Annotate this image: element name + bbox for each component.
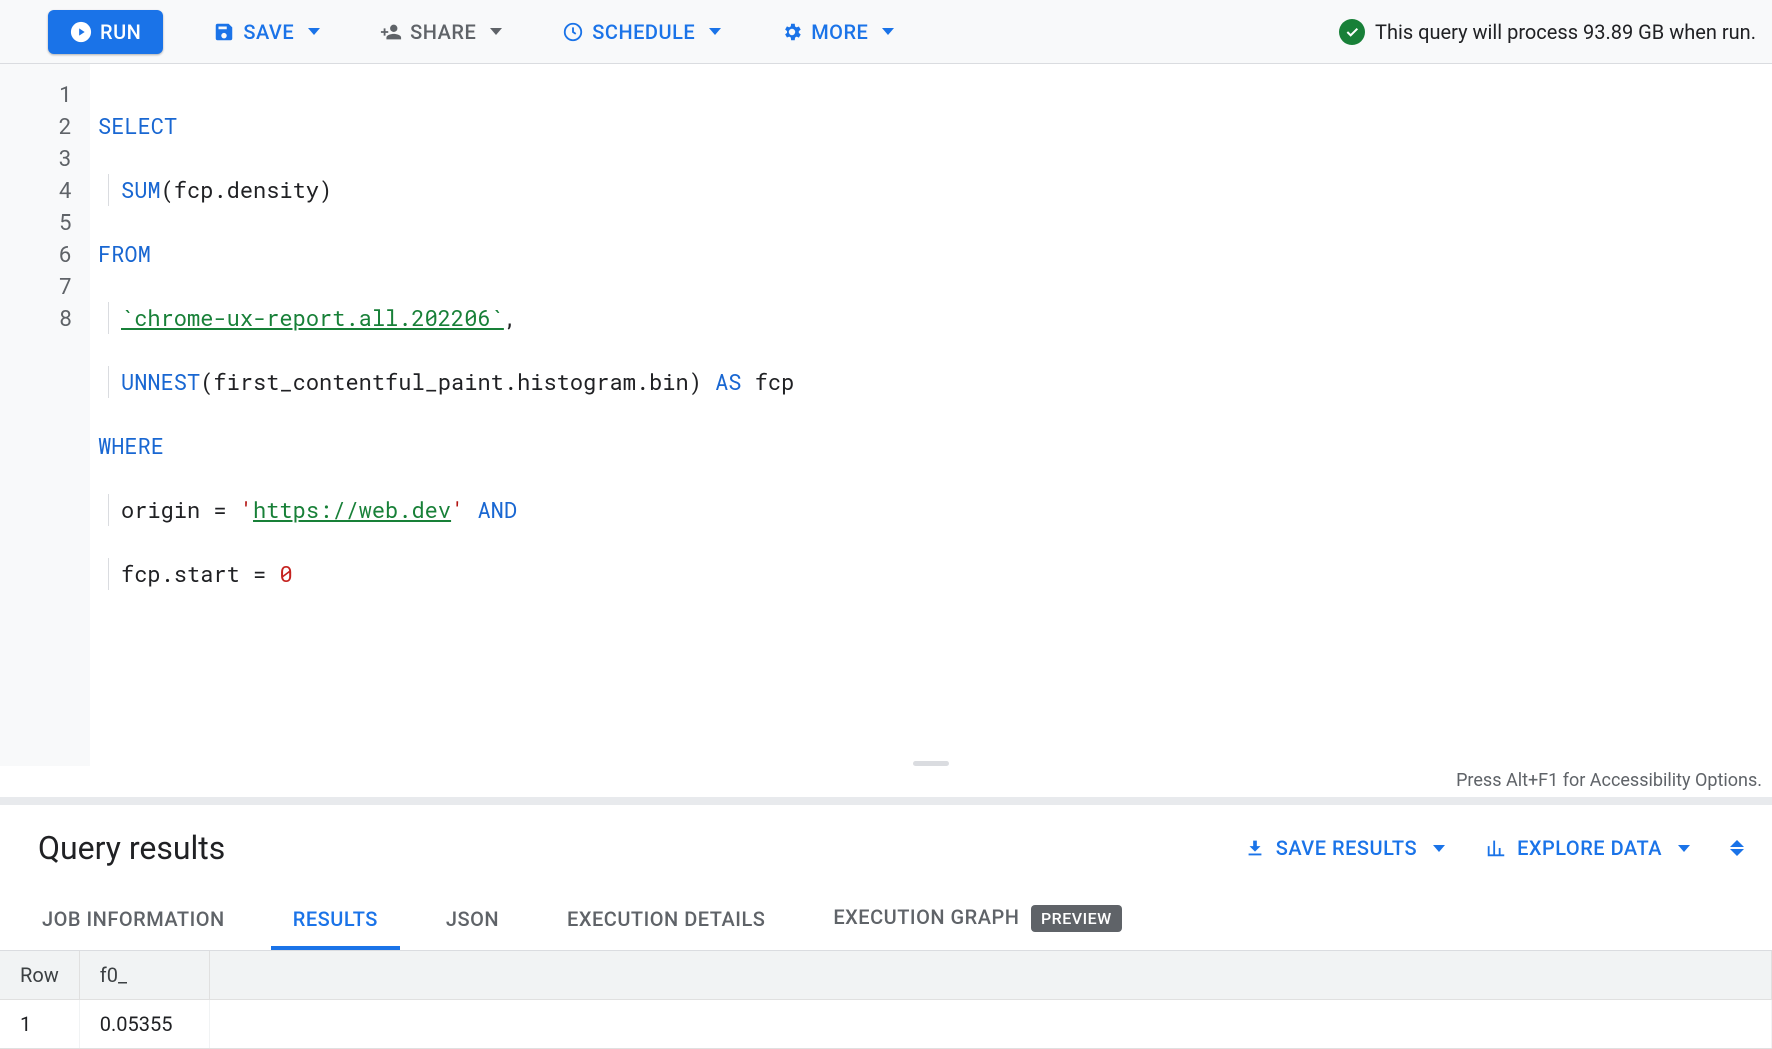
more-label: MORE xyxy=(811,20,868,44)
person-add-icon xyxy=(380,21,402,43)
more-button[interactable]: MORE xyxy=(771,14,904,50)
col-row: Row xyxy=(0,951,79,1000)
run-label: RUN xyxy=(100,20,141,44)
panel-divider[interactable] xyxy=(0,797,1772,805)
line-number: 3 xyxy=(0,142,72,174)
save-icon xyxy=(213,21,235,43)
results-tabs: JOB INFORMATION RESULTS JSON EXECUTION D… xyxy=(0,887,1772,951)
resize-handle[interactable] xyxy=(913,761,949,766)
preview-badge: PREVIEW xyxy=(1031,905,1122,932)
chevron-down-icon xyxy=(1730,849,1744,856)
results-header: Query results SAVE RESULTS EXPLORE DATA xyxy=(0,805,1772,887)
explore-data-label: EXPLORE DATA xyxy=(1517,836,1662,860)
cell-value: 0.05355 xyxy=(79,1000,209,1049)
chevron-down-icon xyxy=(490,28,502,35)
tab-execution-graph-label: EXECUTION GRAPH xyxy=(833,905,1019,929)
chevron-up-icon xyxy=(1730,840,1744,847)
save-results-label: SAVE RESULTS xyxy=(1276,836,1417,860)
run-button[interactable]: RUN xyxy=(48,10,163,54)
chevron-down-icon xyxy=(1433,845,1445,852)
code-area[interactable]: SELECT SUM(fcp.density) FROM `chrome-ux-… xyxy=(90,64,1772,766)
schedule-label: SCHEDULE xyxy=(592,20,695,44)
cell-empty xyxy=(209,1000,1771,1049)
save-button[interactable]: SAVE xyxy=(203,14,330,50)
line-gutter: 1 2 3 4 5 6 7 8 xyxy=(0,64,90,766)
chevron-down-icon xyxy=(709,28,721,35)
line-number: 5 xyxy=(0,206,72,238)
download-icon xyxy=(1244,837,1266,859)
table-row[interactable]: 1 0.05355 xyxy=(0,1000,1772,1049)
chevron-down-icon xyxy=(308,28,320,35)
expand-collapse-button[interactable] xyxy=(1730,840,1744,856)
status-text: This query will process 93.89 GB when ru… xyxy=(1375,20,1756,44)
share-button[interactable]: SHARE xyxy=(370,14,512,50)
share-label: SHARE xyxy=(410,20,476,44)
explore-data-button[interactable]: EXPLORE DATA xyxy=(1485,836,1690,860)
play-icon xyxy=(70,21,92,43)
query-status: This query will process 93.89 GB when ru… xyxy=(1339,19,1756,45)
query-toolbar: RUN SAVE SHARE SCHEDULE MORE This query … xyxy=(0,0,1772,64)
tab-execution-graph[interactable]: EXECUTION GRAPH PREVIEW xyxy=(829,887,1125,950)
save-label: SAVE xyxy=(243,20,294,44)
tab-execution-details[interactable]: EXECUTION DETAILS xyxy=(563,889,769,949)
gear-icon xyxy=(781,21,803,43)
col-empty xyxy=(209,951,1771,1000)
tab-results[interactable]: RESULTS xyxy=(289,889,382,949)
schedule-button[interactable]: SCHEDULE xyxy=(552,14,731,50)
line-number: 4 xyxy=(0,174,72,206)
chevron-down-icon xyxy=(1678,845,1690,852)
results-title: Query results xyxy=(38,829,225,867)
table-header-row: Row f0_ xyxy=(0,951,1772,1000)
chevron-down-icon xyxy=(882,28,894,35)
line-number: 1 xyxy=(0,78,72,110)
check-circle-icon xyxy=(1339,19,1365,45)
line-number: 6 xyxy=(0,238,72,270)
tab-json[interactable]: JSON xyxy=(442,889,503,949)
sql-editor[interactable]: 1 2 3 4 5 6 7 8 SELECT SUM(fcp.density) … xyxy=(0,64,1772,766)
col-f0: f0_ xyxy=(79,951,209,1000)
chart-icon xyxy=(1485,837,1507,859)
cell-row-number: 1 xyxy=(0,1000,79,1049)
tab-job-information[interactable]: JOB INFORMATION xyxy=(38,889,229,949)
results-table: Row f0_ 1 0.05355 xyxy=(0,951,1772,1049)
save-results-button[interactable]: SAVE RESULTS xyxy=(1244,836,1445,860)
clock-icon xyxy=(562,21,584,43)
line-number: 8 xyxy=(0,302,72,334)
line-number: 7 xyxy=(0,270,72,302)
line-number: 2 xyxy=(0,110,72,142)
accessibility-hint: Press Alt+F1 for Accessibility Options. xyxy=(0,766,1772,797)
